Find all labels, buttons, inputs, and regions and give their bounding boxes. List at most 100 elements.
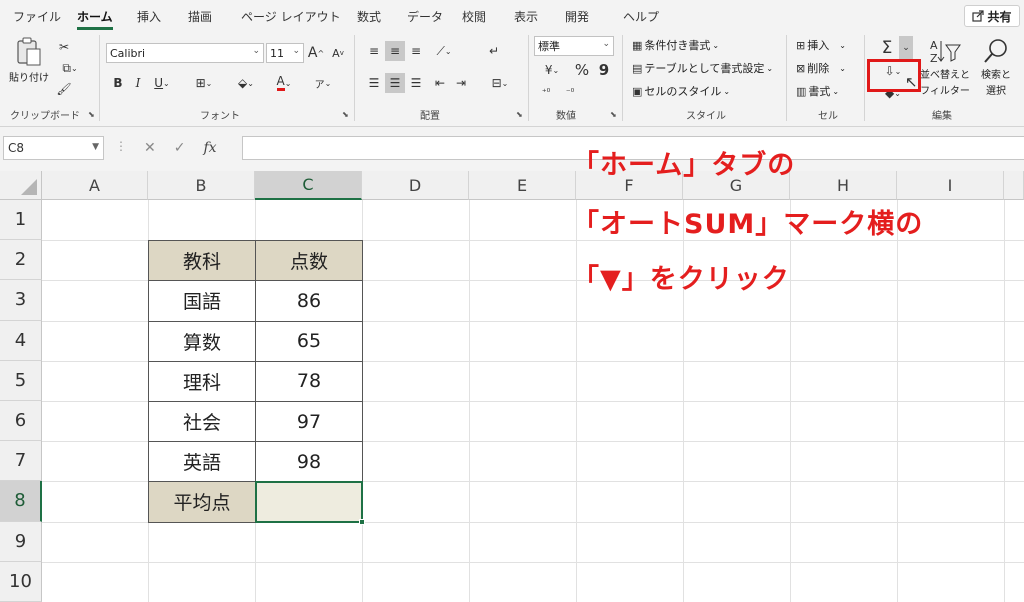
sort-filter-button[interactable]: AZ 並べ替えと フィルター [918,37,972,97]
column-header-h[interactable]: H [790,171,897,200]
column-header-a[interactable]: A [42,171,148,200]
enter-icon[interactable]: ✓ [174,140,186,156]
column-header-e[interactable]: E [469,171,576,200]
number-launcher-icon[interactable]: ⬊ [610,110,617,119]
column-header-partial[interactable] [1004,171,1024,200]
drag-handle-icon[interactable]: ⋮ [115,139,127,153]
average-value-cell[interactable] [255,481,363,523]
font-launcher-icon[interactable]: ⬊ [342,110,349,119]
align-left-icon[interactable]: ☰ [364,73,384,93]
tab-formulas[interactable]: 数式 [357,8,381,25]
row-header-6[interactable]: 6 [0,401,42,442]
decrease-decimal-icon[interactable]: ⁻⁰ [560,83,580,103]
table-cell-score[interactable]: 98 [255,441,363,483]
font-color-icon: A [276,75,285,91]
tab-developer[interactable]: 開発 [565,8,589,25]
find-select-button[interactable]: 検索と 選択 [974,37,1018,97]
row-header-9[interactable]: 9 [0,521,42,562]
table-cell-score[interactable]: 78 [255,360,363,402]
tab-review[interactable]: 校閲 [462,8,486,25]
bold-button[interactable]: B [108,73,128,93]
number-format-combo[interactable]: 標準 ⌄ [534,36,614,56]
table-cell-score[interactable]: 86 [255,280,363,322]
average-label-cell[interactable]: 平均点 [148,481,256,523]
table-header-subject[interactable]: 教科 [148,240,256,282]
insert-function-icon[interactable]: fx [203,140,216,156]
merge-center-icon[interactable]: ⊟ ⌄ [484,73,516,93]
format-as-table-label: テーブルとして書式設定 [644,62,765,75]
row-header-8[interactable]: 8 [0,481,42,522]
shrink-font-button[interactable]: Av [328,43,348,63]
align-top-icon[interactable]: ≡ [364,41,384,61]
copy-icon[interactable]: ⧉ ⌄ [54,58,86,78]
table-cell-score[interactable]: 65 [255,320,363,362]
alignment-launcher-icon[interactable]: ⬊ [516,110,523,119]
tab-view[interactable]: 表示 [514,8,538,25]
row-header-2[interactable]: 2 [0,240,42,281]
clipboard-launcher-icon[interactable]: ⬊ [88,110,95,119]
cancel-icon[interactable]: ✕ [144,140,156,156]
delete-cells-button[interactable]: ⊠ 削除 ⌄ [796,60,846,76]
font-color-button[interactable]: A ⌄ [268,73,300,93]
table-cell-subject[interactable]: 国語 [148,280,256,322]
percent-button[interactable]: % [572,60,592,80]
row-header-4[interactable]: 4 [0,320,42,361]
column-header-d[interactable]: D [362,171,469,200]
column-header-c[interactable]: C [255,171,362,200]
align-right-icon[interactable]: ☰ [406,73,426,93]
align-middle-icon[interactable]: ≡ [385,41,405,61]
tab-draw[interactable]: 描画 [188,8,212,25]
table-cell-subject[interactable]: 社会 [148,401,256,443]
row-header-3[interactable]: 3 [0,280,42,321]
autosum-dropdown-button[interactable]: ⌄ [899,36,913,60]
increase-indent-icon[interactable]: ⇥ [451,73,471,93]
tab-help[interactable]: ヘルプ [623,8,659,25]
column-header-b[interactable]: B [148,171,255,200]
tab-insert[interactable]: 挿入 [137,8,161,25]
align-bottom-icon[interactable]: ≡ [406,41,426,61]
align-center-icon[interactable]: ☰ [385,73,405,93]
tab-page-layout[interactable]: ページ レイアウト [241,8,341,25]
table-cell-subject[interactable]: 英語 [148,441,256,483]
cell-styles-button[interactable]: ▣ セルのスタイル ⌄ [632,83,730,99]
fill-color-button[interactable]: ⬙ ⌄ [230,73,262,93]
currency-icon[interactable]: ¥ ⌄ [536,60,568,80]
format-as-table-button[interactable]: ▤ テーブルとして書式設定 ⌄ [632,60,773,76]
table-cell-score[interactable]: 97 [255,401,363,443]
borders-button[interactable]: ⊞ ⌄ [188,73,220,93]
select-all-button[interactable] [0,171,42,200]
conditional-format-button[interactable]: ▦ 条件付き書式 ⌄ [632,37,719,53]
decrease-indent-icon[interactable]: ⇤ [430,73,450,93]
row-header-10[interactable]: 10 [0,561,42,602]
row-header-7[interactable]: 7 [0,441,42,482]
wrap-text-icon[interactable]: ↵ [484,41,504,61]
row-header-1[interactable]: 1 [0,200,42,241]
comma-button[interactable]: 9 [594,60,614,80]
cut-icon[interactable]: ✂ [54,37,74,57]
tab-data[interactable]: データ [407,8,443,25]
name-box[interactable]: C8 ▼ [3,136,104,160]
font-size-combo[interactable]: 11 ⌄ [266,43,304,63]
table-header-score[interactable]: 点数 [255,240,363,282]
increase-decimal-icon[interactable]: ⁺⁰ [536,83,556,103]
italic-button[interactable]: I [128,73,148,93]
svg-text:Z: Z [930,52,938,65]
table-cell-subject[interactable]: 算数 [148,320,256,362]
grow-font-button[interactable]: A ^ [306,43,326,63]
font-name-combo[interactable]: Calibri ⌄ [106,43,264,63]
insert-cells-button[interactable]: ⊞ 挿入 ⌄ [796,37,846,53]
share-button[interactable]: 共有 [964,5,1020,27]
underline-button[interactable]: U ⌄ [148,73,176,93]
table-cell-subject[interactable]: 理科 [148,360,256,402]
paste-button[interactable]: 貼り付け [9,37,49,87]
orientation-icon[interactable]: ⟋ ⌄ [430,41,458,61]
column-header-i[interactable]: I [897,171,1004,200]
phonetic-button[interactable]: ア ⌄ [310,73,336,93]
format-painter-icon[interactable]: 🖌 [54,79,74,99]
row-header-5[interactable]: 5 [0,360,42,401]
autosum-button[interactable]: Σ [876,36,898,60]
tab-home[interactable]: ホーム [77,8,113,25]
tab-file[interactable]: ファイル [13,8,61,25]
fill-handle[interactable] [359,518,365,525]
format-cells-button[interactable]: ▥ 書式 ⌄ [796,83,839,99]
